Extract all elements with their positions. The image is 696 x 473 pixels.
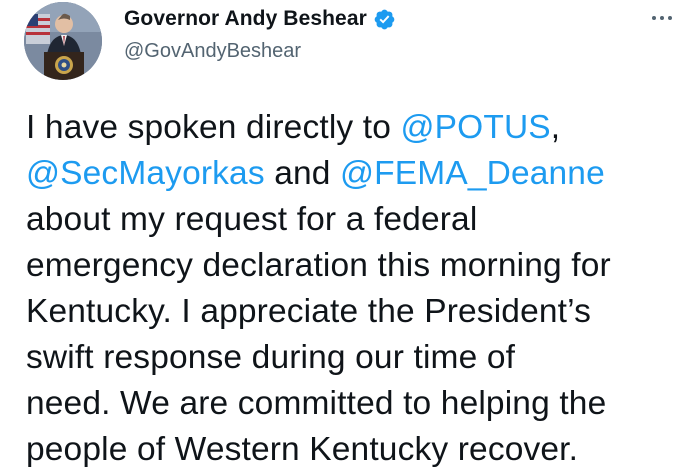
text-segment: I have spoken directly to [26,109,401,146]
tweet: Governor Andy Beshear @GovAndyBeshear I … [0,0,696,468]
tweet-text: I have spoken directly to @POTUS, @SecMa… [26,105,696,473]
tweet-line-6: swift response during our time of [26,339,516,376]
tweet-line-4: emergency declaration this morning for [26,247,611,284]
mention-secmayorkas-link[interactable]: @SecMayorkas [26,155,265,192]
tweet-line-8: people of Western Kentucky recover. [26,431,579,468]
more-dot [668,16,672,20]
avatar-photo-icon [24,2,102,80]
text-segment: and [264,155,341,192]
author-info[interactable]: Governor Andy Beshear @GovAndyBeshear [124,6,396,63]
display-name[interactable]: Governor Andy Beshear [124,7,367,31]
tweet-line-3: about my request for a federal [26,201,478,238]
more-dot [652,16,656,20]
tweet-line-5: Kentucky. I appreciate the President’s [26,293,591,330]
mention-potus-link[interactable]: @POTUS [400,109,550,146]
name-row: Governor Andy Beshear [124,6,396,32]
avatar[interactable] [24,2,102,80]
tweet-line-1: I have spoken directly to @POTUS, [26,105,696,151]
more-options-button[interactable] [644,6,680,30]
tweet-line-2: @SecMayorkas and @FEMA_Deanne [26,151,696,197]
tweet-line-7: need. We are committed to helping the [26,385,607,422]
handle[interactable]: @GovAndyBeshear [124,40,396,63]
mention-fema-deanne-link[interactable]: @FEMA_Deanne [340,155,605,192]
text-segment: , [550,109,561,146]
more-dot [660,16,664,20]
verified-badge-icon [373,8,396,31]
